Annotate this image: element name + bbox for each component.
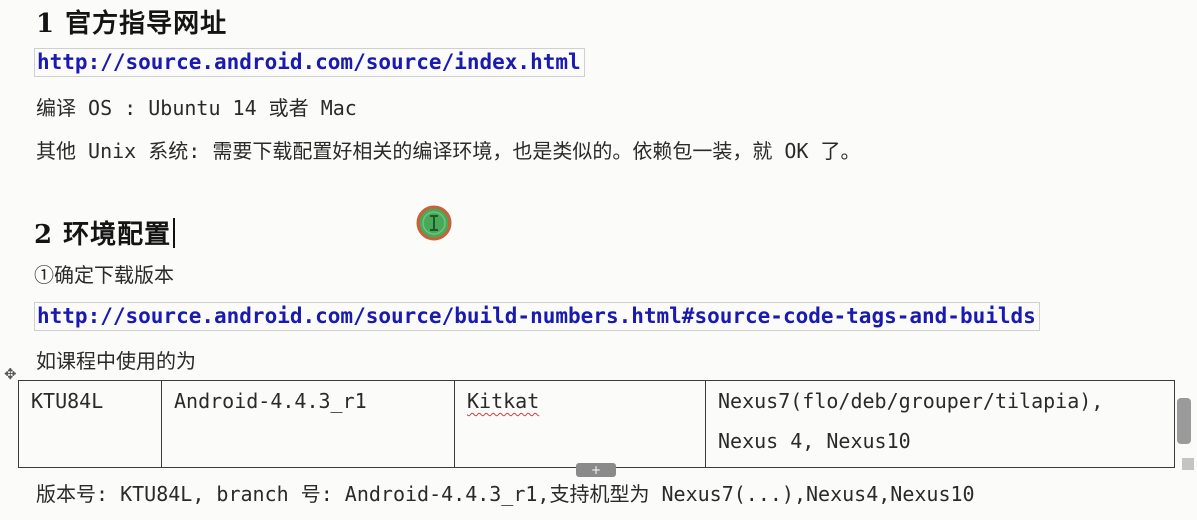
version-value: Kitkat [467,389,540,413]
android-source-index-link[interactable]: http://source.android.com/source/index.h… [34,48,585,77]
table-row: KTU84L Android-4.4.3_r1 Kitkat Nexus7(fl… [18,380,1175,468]
step1-text: ①确定下载版本 [34,263,174,287]
devices-cell[interactable]: Nexus7(flo/deb/grouper/tilapia), Nexus 4… [705,380,1175,468]
section2-heading: 2 环境配置 [34,214,176,251]
version-cell[interactable]: Kitkat [454,380,706,468]
section2-heading-text: 2 环境配置 [34,220,172,250]
tag-value: Android-4.4.3_r1 [174,389,367,413]
build-numbers-link[interactable]: http://source.android.com/source/build-n… [34,302,1040,331]
add-row-icon[interactable]: + [576,463,616,477]
build-os-text: 编译 OS : Ubuntu 14 或者 Mac [36,96,357,120]
resize-corner-icon[interactable] [1182,458,1194,470]
summary-text: 版本号: KTU84L, branch 号: Android-4.4.3_r1,… [36,482,975,506]
build-value: KTU84L [31,389,104,413]
build-cell[interactable]: KTU84L [18,380,162,468]
scroll-handle-icon[interactable] [1177,398,1191,444]
text-cursor-icon [416,205,452,241]
build-table: KTU84L Android-4.4.3_r1 Kitkat Nexus7(fl… [18,380,1175,468]
tag-cell[interactable]: Android-4.4.3_r1 [161,380,455,468]
devices-line-1: Nexus7(flo/deb/grouper/tilapia), [718,389,1104,413]
devices-line-2: Nexus 4, Nexus10 [718,429,911,453]
text-caret [173,218,176,248]
unix-note-text: 其他 Unix 系统: 需要下载配置好相关的编译环境，也是类似的。依赖包一装，就… [36,139,861,163]
course-note-text: 如课程中使用的为 [36,349,196,373]
section1-heading: 1 官方指导网址 [36,9,228,39]
